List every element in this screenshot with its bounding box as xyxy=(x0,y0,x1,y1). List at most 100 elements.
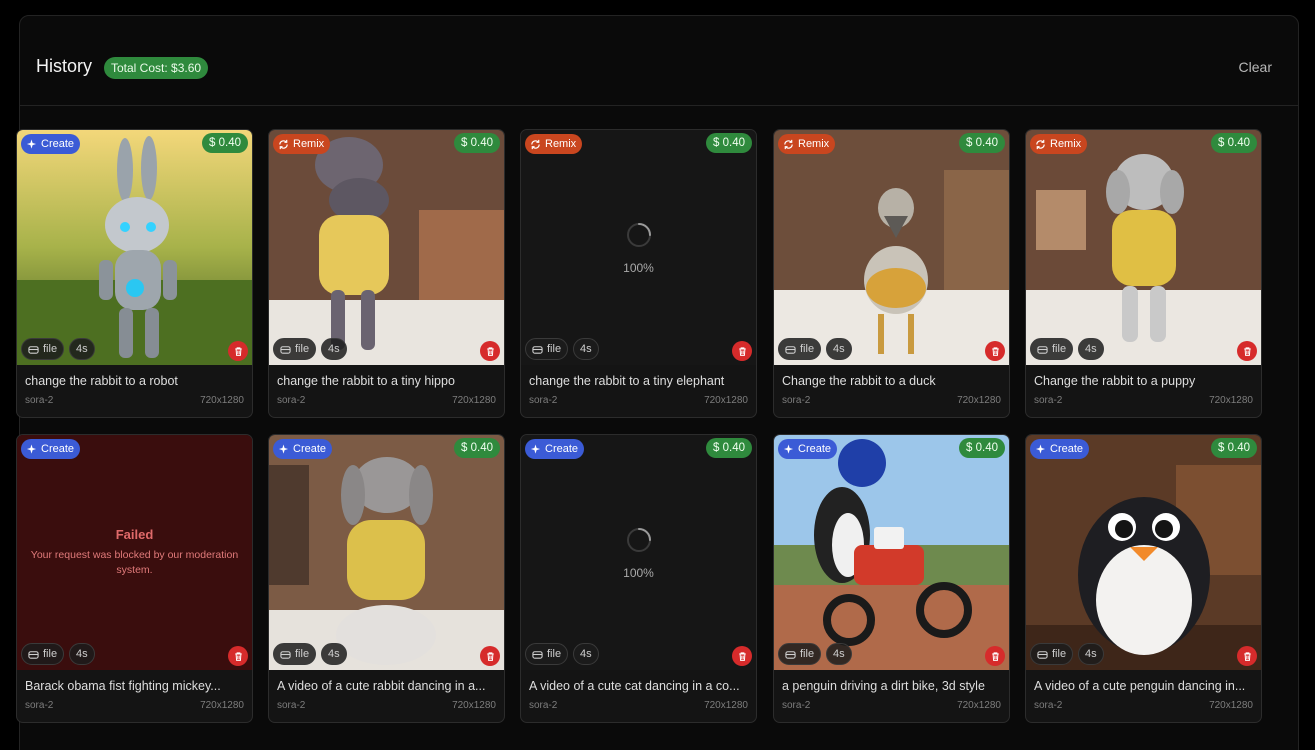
trash-icon xyxy=(737,346,748,357)
duration-label: 4s xyxy=(1085,343,1097,355)
file-chip[interactable]: file xyxy=(525,338,569,360)
history-card[interactable]: 100% Remix $ 0.40 file 4s change the rab… xyxy=(520,129,757,418)
resolution-label: 720x1280 xyxy=(200,700,244,711)
history-card[interactable]: Failed Your request was blocked by our m… xyxy=(16,434,253,723)
resolution-label: 720x1280 xyxy=(704,395,748,406)
model-label: sora-2 xyxy=(277,395,306,406)
delete-button[interactable] xyxy=(732,341,752,361)
duration-label: 4s xyxy=(76,648,88,660)
duration-chip: 4s xyxy=(69,643,95,665)
clear-button[interactable]: Clear xyxy=(1239,59,1272,75)
file-label: file xyxy=(43,343,58,355)
remix-icon xyxy=(278,139,289,150)
cost-badge: $ 0.40 xyxy=(706,133,752,153)
video-thumbnail[interactable]: Remix $ 0.40 file 4s xyxy=(1026,130,1261,365)
prompt-text: a penguin driving a dirt bike, 3d style xyxy=(782,679,985,693)
remix-icon xyxy=(783,139,794,150)
video-thumbnail[interactable]: Remix $ 0.40 file 4s xyxy=(269,130,504,365)
type-badge: Remix xyxy=(778,134,836,154)
file-chip[interactable]: file xyxy=(525,643,569,665)
history-card[interactable]: Create $ 0.40 file 4s A video of a cute … xyxy=(268,434,505,723)
video-thumbnail[interactable]: 100% Create $ 0.40 file 4s xyxy=(521,435,756,670)
prompt-text: Change the rabbit to a puppy xyxy=(1034,374,1196,388)
history-card[interactable]: 100% Create $ 0.40 file 4s A video of a … xyxy=(520,434,757,723)
remix-icon xyxy=(530,139,541,150)
history-card[interactable]: Remix $ 0.40 file 4s change the rabbit t… xyxy=(268,129,505,418)
video-thumbnail[interactable]: Failed Your request was blocked by our m… xyxy=(17,435,252,670)
model-label: sora-2 xyxy=(529,700,558,711)
resolution-label: 720x1280 xyxy=(957,700,1001,711)
video-thumbnail[interactable]: Create $ 0.40 file 4s xyxy=(269,435,504,670)
type-label: Remix xyxy=(293,138,325,150)
file-icon xyxy=(28,649,39,660)
delete-button[interactable] xyxy=(228,646,248,666)
prompt-text: change the rabbit to a robot xyxy=(25,374,178,388)
model-label: sora-2 xyxy=(1034,700,1063,711)
cost-badge: $ 0.40 xyxy=(1211,438,1257,458)
file-chip[interactable]: file xyxy=(1030,338,1074,360)
duration-label: 4s xyxy=(833,343,845,355)
resolution-label: 720x1280 xyxy=(1209,395,1253,406)
trash-icon xyxy=(233,651,244,662)
delete-button[interactable] xyxy=(228,341,248,361)
remix-icon xyxy=(1035,139,1046,150)
video-thumbnail[interactable]: Create $ 0.40 file 4s xyxy=(1026,435,1261,670)
file-chip[interactable]: file xyxy=(21,643,65,665)
file-chip[interactable]: file xyxy=(273,338,317,360)
file-label: file xyxy=(1052,648,1067,660)
duration-chip: 4s xyxy=(573,643,599,665)
total-cost-badge: Total Cost: $3.60 xyxy=(104,57,209,79)
delete-button[interactable] xyxy=(985,341,1005,361)
prompt-text: Change the rabbit to a duck xyxy=(782,374,936,388)
type-label: Create xyxy=(293,443,327,455)
file-icon xyxy=(785,344,796,355)
delete-button[interactable] xyxy=(985,646,1005,666)
prompt-text: Barack obama fist fighting mickey... xyxy=(25,679,221,693)
file-chip[interactable]: file xyxy=(273,643,317,665)
file-label: file xyxy=(295,648,310,660)
duration-label: 4s xyxy=(580,343,592,355)
trash-icon xyxy=(990,346,1001,357)
delete-button[interactable] xyxy=(480,341,500,361)
file-label: file xyxy=(295,343,310,355)
delete-button[interactable] xyxy=(1237,646,1257,666)
duration-chip: 4s xyxy=(321,643,347,665)
type-label: Create xyxy=(798,443,832,455)
duration-chip: 4s xyxy=(69,338,95,360)
type-label: Remix xyxy=(1050,138,1082,150)
file-label: file xyxy=(1052,343,1067,355)
type-label: Remix xyxy=(545,138,577,150)
history-card[interactable]: Create $ 0.40 file 4s a penguin driving … xyxy=(773,434,1010,723)
video-thumbnail[interactable]: Create $ 0.40 file 4s xyxy=(774,435,1009,670)
history-card[interactable]: Create $ 0.40 file 4s A video of a cute … xyxy=(1025,434,1262,723)
sparkle-icon xyxy=(278,443,289,455)
cost-badge: $ 0.40 xyxy=(202,133,248,153)
type-badge: Create xyxy=(273,439,333,459)
type-badge: Create xyxy=(525,439,585,459)
model-label: sora-2 xyxy=(529,395,558,406)
history-card[interactable]: Remix $ 0.40 file 4s Change the rabbit t… xyxy=(773,129,1010,418)
type-badge: Remix xyxy=(273,134,331,154)
type-badge: Create xyxy=(21,134,81,154)
history-header: History Total Cost: $3.60 Clear xyxy=(20,16,1298,106)
duration-chip: 4s xyxy=(573,338,599,360)
file-chip[interactable]: file xyxy=(778,643,822,665)
delete-button[interactable] xyxy=(1237,341,1257,361)
file-chip[interactable]: file xyxy=(1030,643,1074,665)
duration-label: 4s xyxy=(833,648,845,660)
duration-chip: 4s xyxy=(826,643,852,665)
sparkle-icon xyxy=(530,443,541,455)
prompt-text: A video of a cute rabbit dancing in a... xyxy=(277,679,486,693)
file-chip[interactable]: file xyxy=(778,338,822,360)
file-chip[interactable]: file xyxy=(21,338,65,360)
video-thumbnail[interactable]: 100% Remix $ 0.40 file 4s xyxy=(521,130,756,365)
history-card[interactable]: Remix $ 0.40 file 4s Change the rabbit t… xyxy=(1025,129,1262,418)
sparkle-icon xyxy=(783,443,794,455)
delete-button[interactable] xyxy=(732,646,752,666)
video-thumbnail[interactable]: Create $ 0.40 file 4s xyxy=(17,130,252,365)
video-thumbnail[interactable]: Remix $ 0.40 file 4s xyxy=(774,130,1009,365)
delete-button[interactable] xyxy=(480,646,500,666)
prompt-text: change the rabbit to a tiny elephant xyxy=(529,374,725,388)
page-title: History xyxy=(36,56,93,76)
history-card[interactable]: Create $ 0.40 file 4s change the rabbit … xyxy=(16,129,253,418)
